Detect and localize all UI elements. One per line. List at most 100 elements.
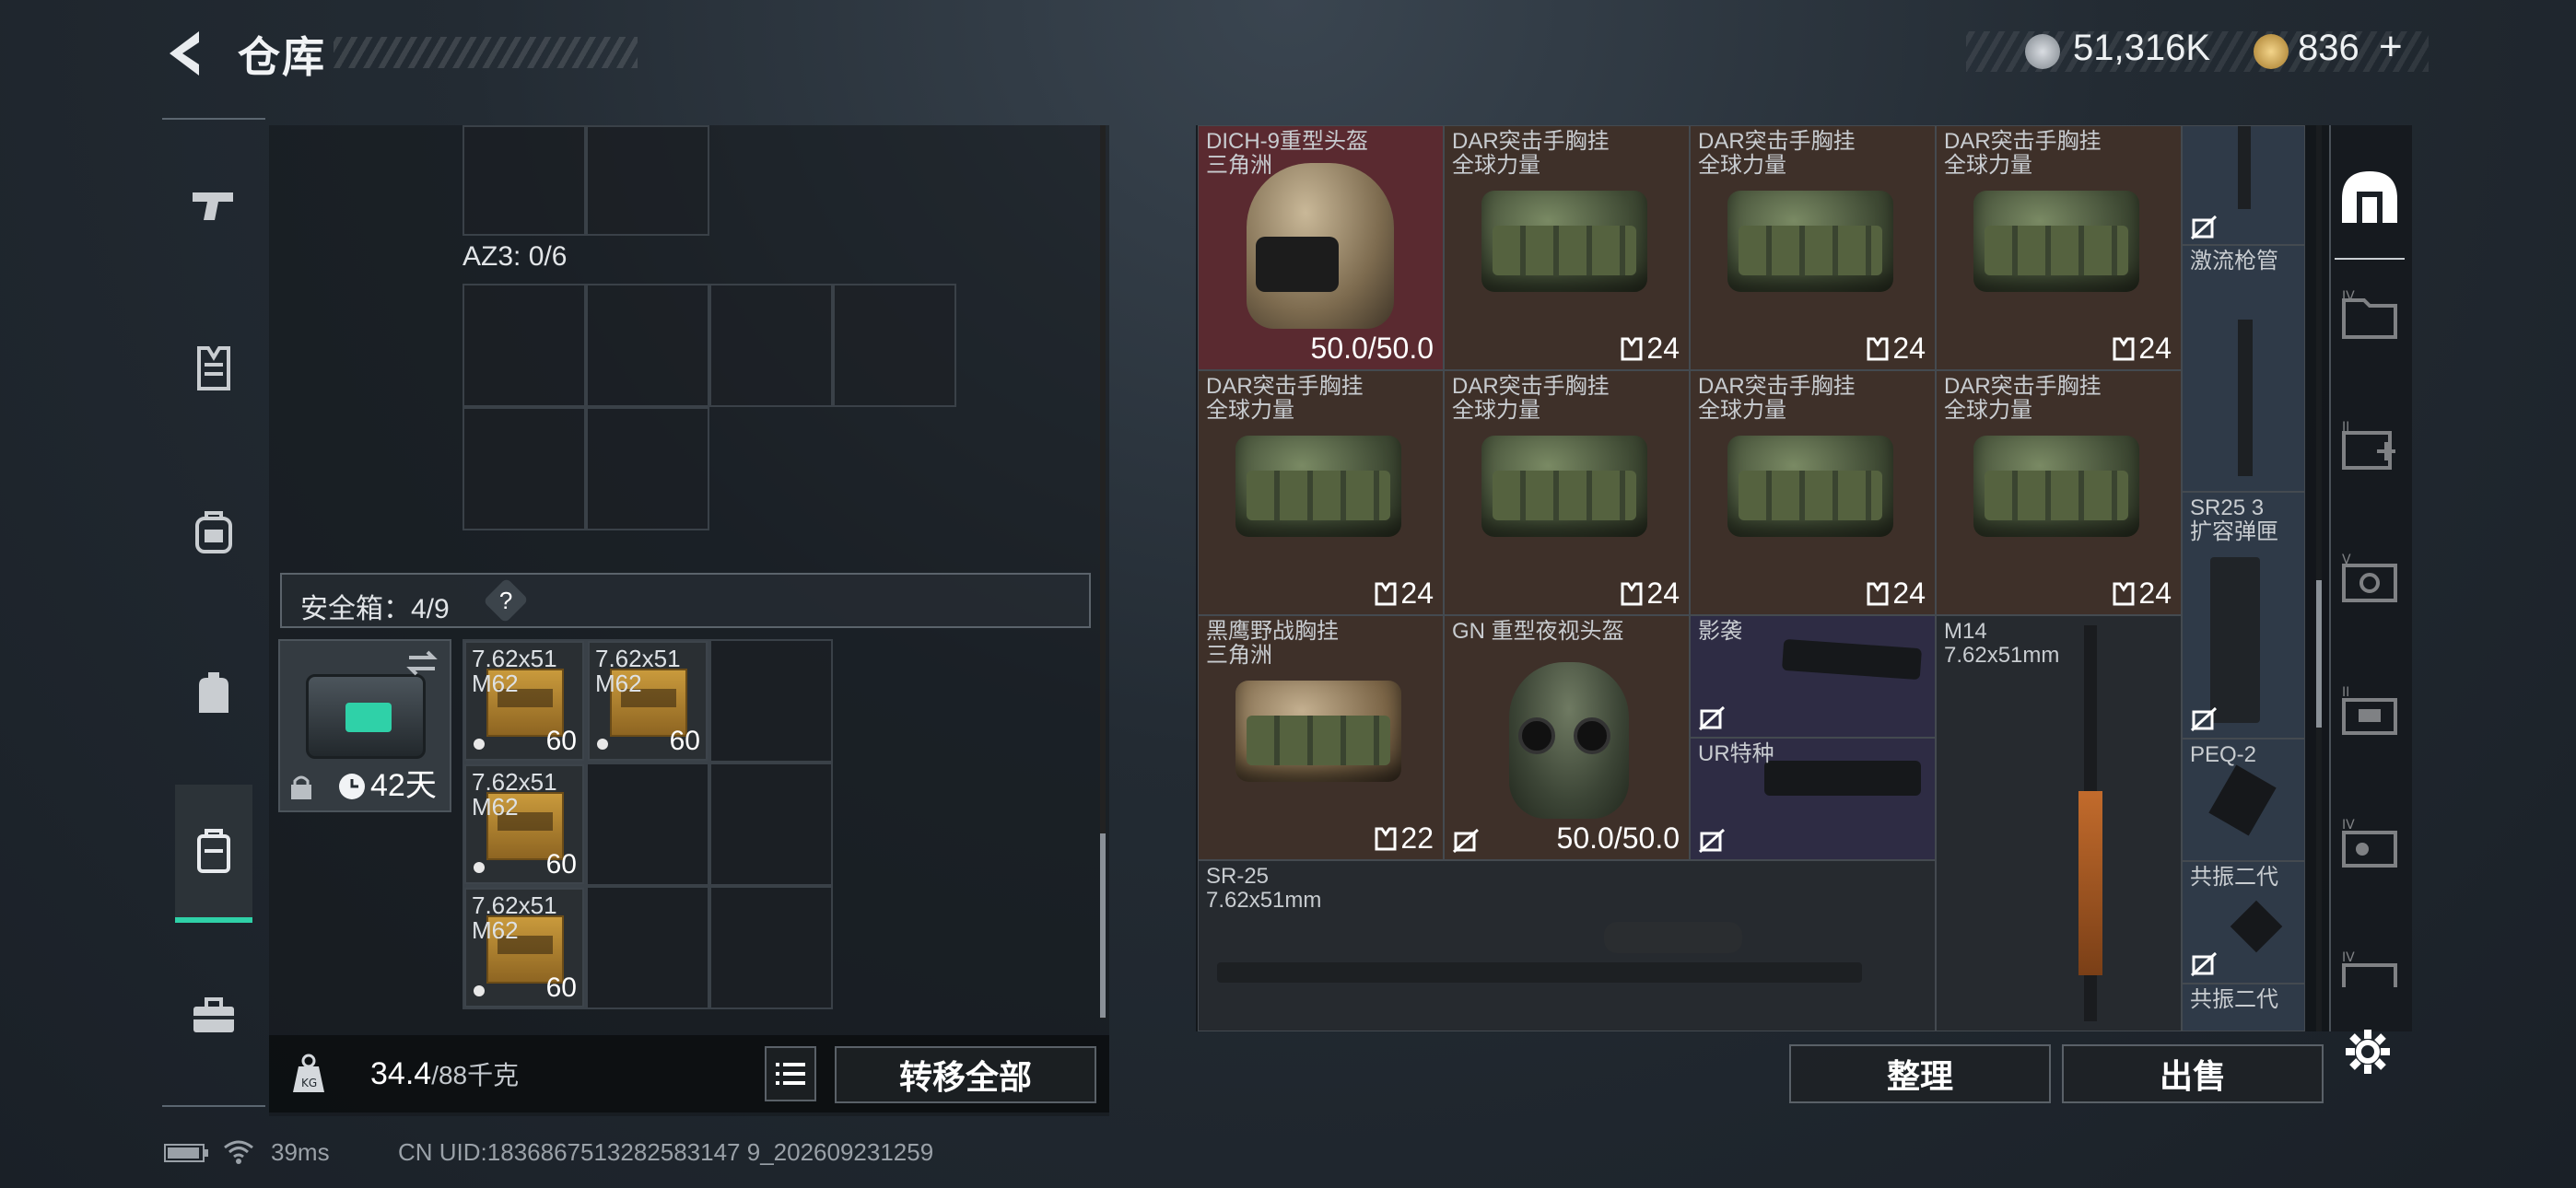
- nav-vest[interactable]: [162, 299, 265, 437]
- left-scrollbar[interactable]: [1100, 833, 1106, 1018]
- az3-slot[interactable]: [586, 407, 709, 530]
- item-name: 激流枪管: [2190, 249, 2278, 274]
- item-tile[interactable]: PEQ-2: [2182, 739, 2305, 861]
- item-tile[interactable]: 黑鹰野战胸挂 三角洲 22: [1198, 615, 1444, 860]
- filter-tier-4-weapon[interactable]: IV: [2340, 287, 2399, 352]
- az3-slot[interactable]: [709, 284, 833, 407]
- sort-button[interactable]: 整理: [1789, 1044, 2051, 1103]
- item-name: 共振二代: [2190, 987, 2278, 1012]
- clock-icon: [339, 774, 365, 799]
- ammo-count: 60: [545, 726, 577, 756]
- ammo-count: 60: [545, 973, 577, 1003]
- safe-slot[interactable]: [586, 763, 709, 886]
- safe-slot[interactable]: [709, 639, 833, 763]
- filter-tier-5-electronics[interactable]: V: [2340, 553, 2399, 617]
- filter-tier-2-medical[interactable]: II: [2340, 420, 2399, 484]
- item-tile[interactable]: DAR突击手胸挂 全球力量 24: [1690, 370, 1936, 615]
- item-tile[interactable]: [2182, 125, 2305, 245]
- item-name: GN 重型夜视头盔: [1452, 619, 1624, 644]
- item-name: SR25 3 扩容弹匣: [2190, 495, 2278, 544]
- settings-gear-icon[interactable]: [2344, 1028, 2392, 1076]
- item-tile[interactable]: M14 7.62x51mm: [1936, 615, 2182, 1031]
- transfer-all-button[interactable]: 转移全部: [835, 1046, 1096, 1103]
- item-tile[interactable]: DICH-9重型头盔 三角洲 50.0/50.0: [1198, 125, 1444, 370]
- safe-slot[interactable]: [709, 763, 833, 886]
- filter-tier-4-misc[interactable]: IV: [2340, 950, 2399, 987]
- list-view-button[interactable]: [765, 1046, 816, 1101]
- item-name: DAR突击手胸挂 全球力量: [1944, 129, 2102, 178]
- grid-slot[interactable]: [586, 125, 709, 236]
- ammo-item[interactable]: 7.62x51 M62 60: [464, 888, 584, 1007]
- item-tile[interactable]: 激流枪管: [2182, 245, 2305, 492]
- capacity-count: 22: [1375, 821, 1434, 856]
- nvg-helmet-image: [1509, 662, 1629, 819]
- filter-tier-2-gear[interactable]: II: [2340, 685, 2399, 750]
- item-tile[interactable]: DAR突击手胸挂 全球力量 24: [1936, 125, 2182, 370]
- item-name: DAR突击手胸挂 全球力量: [1452, 374, 1610, 423]
- item-tile[interactable]: DAR突击手胸挂 全球力量 24: [1936, 370, 2182, 615]
- swap-icon[interactable]: [404, 648, 440, 678]
- gold-coin-icon: [2254, 34, 2289, 69]
- ammo-item[interactable]: 7.62x51 M62 60: [464, 764, 584, 884]
- item-tile[interactable]: 共振二代: [2182, 861, 2305, 984]
- backpack-icon: [195, 511, 232, 553]
- filter-tier-4-key[interactable]: IV: [2340, 818, 2399, 882]
- list-icon: [776, 1063, 805, 1085]
- svg-text:IV: IV: [2342, 818, 2355, 833]
- nav-backpack[interactable]: [162, 462, 265, 600]
- warehouse-icon: [2342, 171, 2397, 223]
- item-name: DAR突击手胸挂 全球力量: [1206, 374, 1364, 423]
- sr25-image: [1217, 962, 1862, 983]
- back-arrow-icon[interactable]: [162, 28, 210, 79]
- safebox-icon: [197, 829, 230, 873]
- ammo-item[interactable]: 7.62x51 M62 60: [464, 641, 584, 761]
- svg-text:IV: IV: [2342, 950, 2355, 965]
- az3-label: AZ3: 0/6: [463, 241, 568, 272]
- az3-slot[interactable]: [463, 407, 586, 530]
- item-tile[interactable]: GN 重型夜视头盔 50.0/50.0: [1444, 615, 1690, 860]
- az3-slot[interactable]: [833, 284, 956, 407]
- nav-pouch[interactable]: [162, 624, 265, 763]
- weight-value: 34.4/88千克: [370, 1056, 520, 1091]
- item-tile[interactable]: SR-25 7.62x51mm: [1198, 860, 1936, 1031]
- add-currency-button[interactable]: +: [2379, 24, 2403, 70]
- vest-image: [1973, 436, 2139, 537]
- item-name: DICH-9重型头盔 三角洲: [1206, 129, 1369, 178]
- item-tile[interactable]: UR特种: [1690, 738, 1936, 860]
- item-tile[interactable]: 影袭: [1690, 615, 1936, 738]
- item-tile[interactable]: SR25 3 扩容弹匣: [2182, 492, 2305, 739]
- nav-toolbox[interactable]: [162, 947, 265, 1085]
- scope-image: [1604, 922, 1742, 953]
- ammo-item[interactable]: 7.62x51 M62 60: [588, 641, 708, 761]
- vest-image: [1973, 191, 2139, 292]
- az3-slot[interactable]: [586, 284, 709, 407]
- vest-small-icon: [1621, 582, 1643, 605]
- item-tile[interactable]: DAR突击手胸挂 全球力量 24: [1444, 125, 1690, 370]
- item-tile[interactable]: 共振二代: [2182, 984, 2305, 1031]
- item-name: DAR突击手胸挂 全球力量: [1944, 374, 2102, 423]
- sell-button[interactable]: 出售: [2062, 1044, 2324, 1103]
- item-name: PEQ-2: [2190, 742, 2257, 767]
- help-icon[interactable]: ?: [483, 577, 529, 623]
- item-tile[interactable]: DAR突击手胸挂 全球力量 24: [1444, 370, 1690, 615]
- safebox-item[interactable]: 42天: [278, 639, 451, 812]
- right-scrollbar[interactable]: [2316, 580, 2322, 728]
- az3-slot[interactable]: [463, 284, 586, 407]
- battery-icon: [164, 1144, 208, 1162]
- capacity-count: 24: [1375, 577, 1434, 611]
- item-tile[interactable]: DAR突击手胸挂 全球力量 24: [1198, 370, 1444, 615]
- vest-small-icon: [1867, 337, 1889, 360]
- safe-slot[interactable]: [709, 886, 833, 1009]
- capacity-count: 24: [1867, 577, 1926, 611]
- item-tile[interactable]: DAR突击手胸挂 全球力量 24: [1690, 125, 1936, 370]
- filter-all[interactable]: [2335, 162, 2405, 232]
- safe-slot[interactable]: [586, 886, 709, 1009]
- stock-image: [1781, 638, 1923, 681]
- capacity-count: 24: [1621, 332, 1680, 366]
- barrel-image: [2238, 320, 2253, 476]
- medkit-icon: II: [2342, 420, 2395, 470]
- nav-safebox[interactable]: [175, 785, 252, 923]
- vest-small-icon: [2113, 337, 2135, 360]
- grid-slot[interactable]: [463, 125, 586, 236]
- nav-weapon[interactable]: [162, 136, 265, 274]
